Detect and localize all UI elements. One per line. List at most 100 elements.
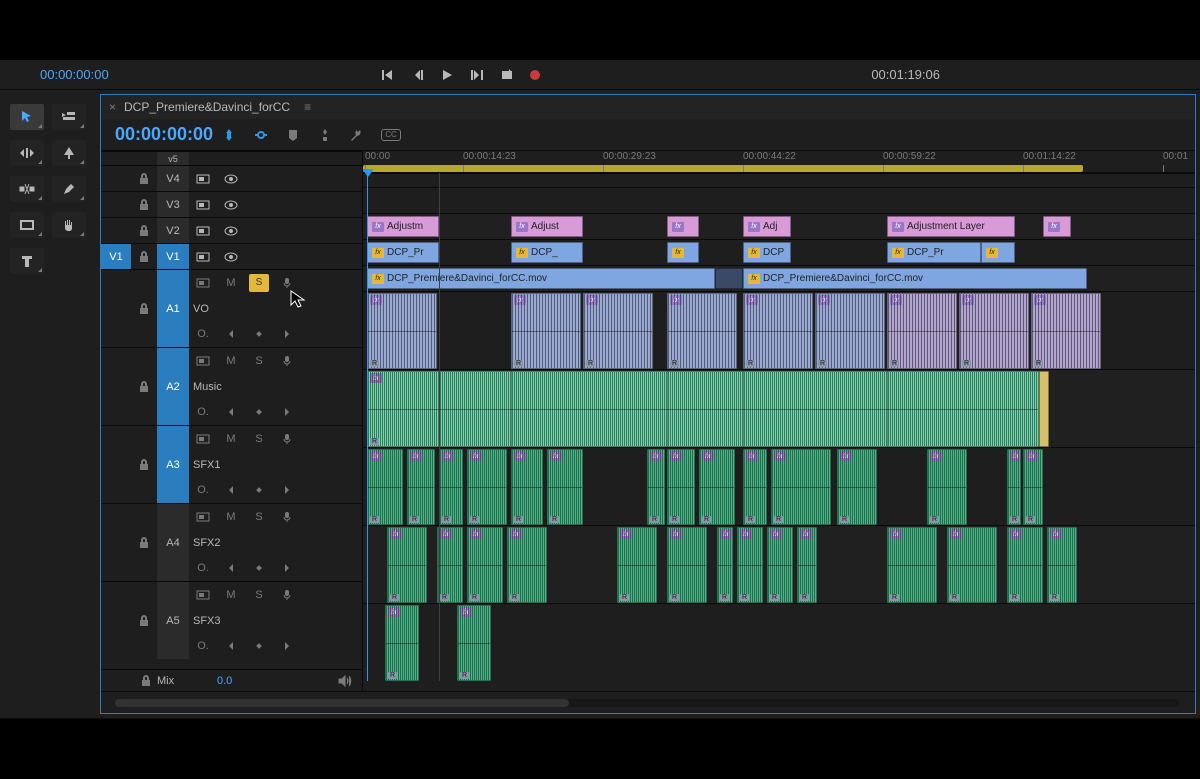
work-area-bar[interactable] xyxy=(363,165,1083,172)
audio-clip[interactable]: fx R xyxy=(743,449,767,525)
export-frame-icon[interactable] xyxy=(500,68,514,82)
timeline-area[interactable]: 00:0000:00:14:2300:00:29:2300:00:44:2200… xyxy=(363,151,1195,691)
audio-clip[interactable]: fx R xyxy=(737,527,763,603)
track-name[interactable]: VO xyxy=(189,296,362,322)
rate-stretch-tool[interactable] xyxy=(52,140,86,166)
prev-keyframe-icon[interactable] xyxy=(217,563,245,573)
audio-clip[interactable]: fx R xyxy=(837,449,877,525)
audio-clip[interactable]: fx R xyxy=(583,293,653,369)
sync-lock-icon[interactable] xyxy=(189,192,217,217)
solo-button[interactable]: S xyxy=(255,511,262,523)
solo-button[interactable]: S xyxy=(255,355,262,367)
voice-over-record-icon[interactable] xyxy=(273,589,301,601)
solo-button[interactable]: S xyxy=(255,589,262,601)
sync-lock-icon[interactable] xyxy=(189,512,217,522)
source-patch[interactable]: V1 xyxy=(101,244,131,269)
track-target[interactable]: A5 xyxy=(157,582,189,659)
keyframe-mode-icon[interactable]: O. xyxy=(189,640,217,652)
video-track-header[interactable]: V2 xyxy=(101,217,362,243)
snap-icon[interactable] xyxy=(221,127,237,143)
add-keyframe-icon[interactable] xyxy=(245,564,273,572)
audio-track-header[interactable]: A3 M S SFX1 O. xyxy=(101,425,362,503)
audio-clip[interactable]: fx R xyxy=(617,527,657,603)
track-target[interactable]: V1 xyxy=(157,244,189,269)
clip-area[interactable]: fxAdjustm fxAdjust fx fxAdj fxAdjustment Lay… xyxy=(363,173,1195,681)
lock-icon[interactable] xyxy=(131,166,157,191)
audio-clip[interactable]: fx R xyxy=(385,605,419,681)
clip[interactable]: fxAdj xyxy=(743,216,791,237)
toggle-track-output-icon[interactable] xyxy=(217,192,245,217)
track-target[interactable]: A1 xyxy=(157,270,189,347)
time-ruler[interactable]: 00:0000:00:14:2300:00:29:2300:00:44:2200… xyxy=(363,151,1195,173)
clip[interactable]: fx xyxy=(1043,216,1071,237)
next-keyframe-icon[interactable] xyxy=(273,641,301,651)
speaker-icon[interactable] xyxy=(338,675,352,687)
lock-icon[interactable] xyxy=(131,192,157,217)
clip[interactable]: fxAdjustm xyxy=(367,216,439,237)
audio-clip[interactable]: fx R xyxy=(743,293,813,369)
next-keyframe-icon[interactable] xyxy=(273,563,301,573)
add-keyframe-icon[interactable] xyxy=(245,330,273,338)
sync-lock-icon[interactable] xyxy=(189,590,217,600)
voice-over-record-icon[interactable] xyxy=(273,433,301,445)
lock-icon[interactable] xyxy=(101,675,157,687)
audio-clip[interactable]: fx R xyxy=(667,293,737,369)
video-track-header[interactable]: V1 V1 xyxy=(101,243,362,269)
audio-clip[interactable]: fx R xyxy=(771,449,831,525)
track-name[interactable]: SFX1 xyxy=(189,452,362,478)
audio-clip[interactable]: fx R xyxy=(511,449,543,525)
track-target[interactable]: A3 xyxy=(157,426,189,503)
clip[interactable]: fx xyxy=(981,242,1015,263)
prev-keyframe-icon[interactable] xyxy=(217,329,245,339)
audio-clip[interactable]: fx R xyxy=(457,605,491,681)
audio-clip[interactable]: fx R xyxy=(547,449,583,525)
audio-clip[interactable]: fx R xyxy=(815,293,885,369)
timeline-display-settings-icon[interactable] xyxy=(317,127,333,143)
step-fwd-icon[interactable] xyxy=(470,68,484,82)
audio-clip[interactable]: fx R xyxy=(717,527,733,603)
mix-value[interactable]: 0.0 xyxy=(217,675,232,687)
next-keyframe-icon[interactable] xyxy=(273,485,301,495)
audio-clip[interactable]: fx R xyxy=(1007,449,1021,525)
wrench-icon[interactable] xyxy=(349,127,365,143)
audio-track-header[interactable]: A5 M S SFX3 O. xyxy=(101,581,362,659)
clip[interactable]: fxAdjust xyxy=(511,216,583,237)
audio-clip[interactable]: fx R xyxy=(947,527,997,603)
audio-clip[interactable]: fx R xyxy=(927,449,967,525)
lock-icon[interactable] xyxy=(131,504,157,581)
audio-clip[interactable]: fx R xyxy=(1023,449,1043,525)
add-keyframe-icon[interactable] xyxy=(245,642,273,650)
clip[interactable]: fxAdjustment Layer xyxy=(887,216,1015,237)
lock-icon[interactable] xyxy=(131,348,157,425)
audio-track-header[interactable]: A2 M S Music O. xyxy=(101,347,362,425)
video-track-header[interactable]: V3 xyxy=(101,191,362,217)
clip[interactable]: fxDCP_Pr xyxy=(887,242,981,263)
toggle-track-output-icon[interactable] xyxy=(217,218,245,243)
audio-clip[interactable]: fx R xyxy=(467,449,507,525)
audio-clip[interactable]: fx R xyxy=(647,449,665,525)
next-keyframe-icon[interactable] xyxy=(273,329,301,339)
audio-clip[interactable]: fx R xyxy=(511,293,581,369)
audio-clip[interactable]: fx R xyxy=(367,371,1039,447)
prev-keyframe-icon[interactable] xyxy=(217,485,245,495)
audio-clip[interactable]: fx R xyxy=(887,293,957,369)
clip[interactable]: fxDCP xyxy=(743,242,791,263)
video-track-header[interactable]: v5 xyxy=(101,151,362,165)
razor-tool[interactable] xyxy=(10,176,44,202)
audio-clip[interactable]: fx R xyxy=(387,527,427,603)
sync-lock-icon[interactable] xyxy=(189,244,217,269)
type-tool[interactable] xyxy=(10,248,44,274)
audio-clip[interactable]: fx R xyxy=(437,527,463,603)
voice-over-record-icon[interactable] xyxy=(273,277,301,289)
track-name[interactable]: Music xyxy=(189,374,362,400)
keyframe-mode-icon[interactable]: O. xyxy=(189,484,217,496)
toggle-track-output-icon[interactable] xyxy=(217,166,245,191)
clip[interactable]: fxDCP_ xyxy=(511,242,583,263)
add-keyframe-icon[interactable] xyxy=(245,486,273,494)
mute-button[interactable]: M xyxy=(217,511,245,523)
clip[interactable]: fx xyxy=(667,216,699,237)
sync-lock-icon[interactable] xyxy=(189,166,217,191)
toggle-track-output-icon[interactable] xyxy=(217,244,245,269)
source-patch[interactable] xyxy=(101,166,131,191)
record-button[interactable] xyxy=(530,70,540,80)
